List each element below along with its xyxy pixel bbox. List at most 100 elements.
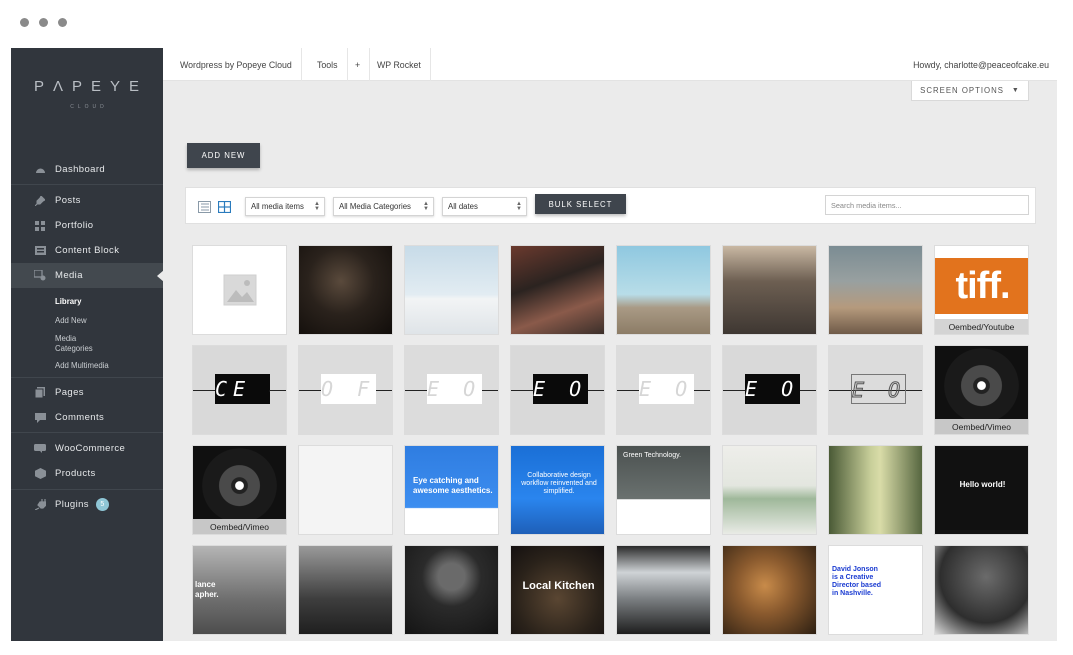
- media-tile[interactable]: Oembed/Vimeo: [934, 345, 1029, 435]
- sidebar-item-label: Portfolio: [55, 220, 94, 231]
- media-type-select[interactable]: All media items ▲ ▼: [245, 197, 325, 216]
- media-tile[interactable]: Oembed/Vimeo: [192, 445, 287, 535]
- tile-text: O F C: [321, 374, 376, 404]
- window-controls: [20, 18, 67, 27]
- media-tile[interactable]: Local Kitchen: [510, 545, 605, 635]
- tile-text: Collaborative design workflow reinvented…: [521, 472, 597, 495]
- media-tile[interactable]: Eye catching and awesome aesthetics.: [404, 445, 499, 535]
- media-tile[interactable]: [722, 245, 817, 335]
- media-tile[interactable]: [192, 245, 287, 335]
- media-tile[interactable]: Hello world!: [934, 445, 1029, 535]
- brand-logo[interactable]: PΛPEYE: [11, 78, 163, 95]
- media-date-value: All dates: [448, 202, 478, 211]
- window-dot-minimize[interactable]: [39, 18, 48, 27]
- sidebar-subitem-add-multimedia[interactable]: Add Multimedia: [55, 361, 109, 371]
- media-tile[interactable]: David Jonson is a Creative Director base…: [828, 545, 923, 635]
- comment-icon: [34, 412, 46, 424]
- sidebar-item-plugins[interactable]: Plugins 5: [11, 492, 163, 517]
- sidebar-item-comments[interactable]: Comments: [11, 405, 163, 430]
- sidebar-item-portfolio[interactable]: Portfolio: [11, 213, 163, 238]
- list-view-icon[interactable]: [198, 200, 211, 213]
- topbar-add-link[interactable]: +: [346, 48, 371, 81]
- media-tile[interactable]: E O F: [404, 345, 499, 435]
- tile-text: E O F C: [533, 374, 588, 404]
- plugins-update-badge: 5: [95, 498, 109, 511]
- sidebar-subitem-media-categories[interactable]: Media Categories: [55, 334, 115, 354]
- sidebar-item-content-block[interactable]: Content Block: [11, 238, 163, 263]
- media-tile[interactable]: [616, 245, 711, 335]
- media-icon: [34, 270, 46, 282]
- topbar-user-greeting[interactable]: Howdy, charlotte@peaceofcake.eu: [913, 48, 1049, 81]
- sidebar-subitem-add-new[interactable]: Add New: [55, 316, 87, 326]
- block-icon: [34, 245, 46, 257]
- tile-text: E O F: [639, 374, 694, 404]
- sidebar-item-woocommerce[interactable]: WooCommerce: [11, 436, 163, 461]
- media-tile[interactable]: E O F: [828, 345, 923, 435]
- media-tile[interactable]: [298, 445, 393, 535]
- sidebar-item-posts[interactable]: Posts: [11, 188, 163, 213]
- select-arrows-icon: ▲ ▼: [314, 201, 320, 212]
- woo-icon: [34, 443, 46, 455]
- bulk-select-button[interactable]: BULK SELECT: [535, 194, 626, 214]
- media-tile[interactable]: E O F: [722, 345, 817, 435]
- add-new-button[interactable]: ADD NEW: [187, 143, 260, 168]
- media-tile[interactable]: [828, 245, 923, 335]
- screen-options-button[interactable]: SCREEN OPTIONS ▼: [911, 81, 1029, 101]
- grid-icon: [34, 220, 46, 232]
- media-tile[interactable]: [298, 545, 393, 635]
- media-tile[interactable]: CE OF CA: [192, 345, 287, 435]
- media-tile[interactable]: [828, 445, 923, 535]
- media-library-content: SCREEN OPTIONS ▼ ADD NEW All media items…: [163, 81, 1057, 641]
- sidebar-item-pages[interactable]: Pages: [11, 380, 163, 405]
- sidebar-item-media[interactable]: Media: [11, 263, 164, 288]
- tile-text: lance apher.: [195, 580, 219, 599]
- media-tile[interactable]: E O F: [616, 345, 711, 435]
- pin-icon: [34, 195, 46, 207]
- tile-caption: Oembed/Vimeo: [193, 519, 286, 534]
- grid-view-icon[interactable]: [217, 200, 232, 214]
- media-tile[interactable]: lance apher.: [192, 545, 287, 635]
- media-search-input[interactable]: [825, 195, 1029, 215]
- media-tile[interactable]: [722, 545, 817, 635]
- media-tile[interactable]: [404, 245, 499, 335]
- tile-text: E O F: [427, 374, 482, 404]
- sidebar-item-products[interactable]: Products: [11, 461, 163, 486]
- tile-text: Eye catching and awesome aesthetics.: [413, 476, 493, 495]
- app-window: PΛPEYE CLOUD Dashboard Posts Portfolio C…: [0, 0, 1073, 655]
- sidebar-item-dashboard[interactable]: Dashboard: [11, 157, 163, 182]
- sidebar-item-label: Dashboard: [55, 164, 106, 175]
- media-type-value: All media items: [251, 202, 304, 211]
- media-date-select[interactable]: All dates ▲ ▼: [442, 197, 527, 216]
- sidebar-item-label: Media: [55, 270, 83, 281]
- sidebar-divider: [11, 184, 163, 185]
- screen-options-label: SCREEN OPTIONS: [920, 86, 1004, 95]
- tile-caption: Oembed/Vimeo: [935, 419, 1028, 434]
- media-tile[interactable]: [510, 245, 605, 335]
- media-category-select[interactable]: All Media Categories ▲ ▼: [333, 197, 434, 216]
- media-tile[interactable]: tiff. Oembed/Youtube: [934, 245, 1029, 335]
- media-tile[interactable]: [934, 545, 1029, 635]
- sidebar-item-label: Posts: [55, 195, 81, 206]
- sidebar-item-label: Comments: [55, 412, 105, 423]
- media-tile[interactable]: Green Technology.: [616, 445, 711, 535]
- media-tile[interactable]: E O F C: [510, 345, 605, 435]
- admin-sidebar: PΛPEYE CLOUD Dashboard Posts Portfolio C…: [11, 48, 164, 641]
- sidebar-subitem-library[interactable]: Library: [55, 297, 81, 307]
- dashboard-icon: [34, 164, 46, 176]
- media-tile[interactable]: O F C: [298, 345, 393, 435]
- sidebar-divider: [11, 432, 163, 433]
- media-tile[interactable]: [404, 545, 499, 635]
- topbar-wp-rocket-link[interactable]: WP Rocket: [368, 48, 431, 81]
- topbar-tools-link[interactable]: Tools: [308, 48, 348, 81]
- window-dot-close[interactable]: [20, 18, 29, 27]
- media-tile[interactable]: [722, 445, 817, 535]
- topbar-site-link[interactable]: Wordpress by Popeye Cloud: [171, 48, 302, 81]
- plug-icon: [34, 499, 46, 511]
- media-tile[interactable]: Collaborative design workflow reinvented…: [510, 445, 605, 535]
- sidebar-item-label: WooCommerce: [55, 443, 126, 454]
- media-tile[interactable]: [616, 545, 711, 635]
- admin-topbar: Wordpress by Popeye Cloud Tools + WP Roc…: [163, 48, 1057, 81]
- media-tile[interactable]: [298, 245, 393, 335]
- window-dot-maximize[interactable]: [58, 18, 67, 27]
- box-icon: [34, 468, 46, 480]
